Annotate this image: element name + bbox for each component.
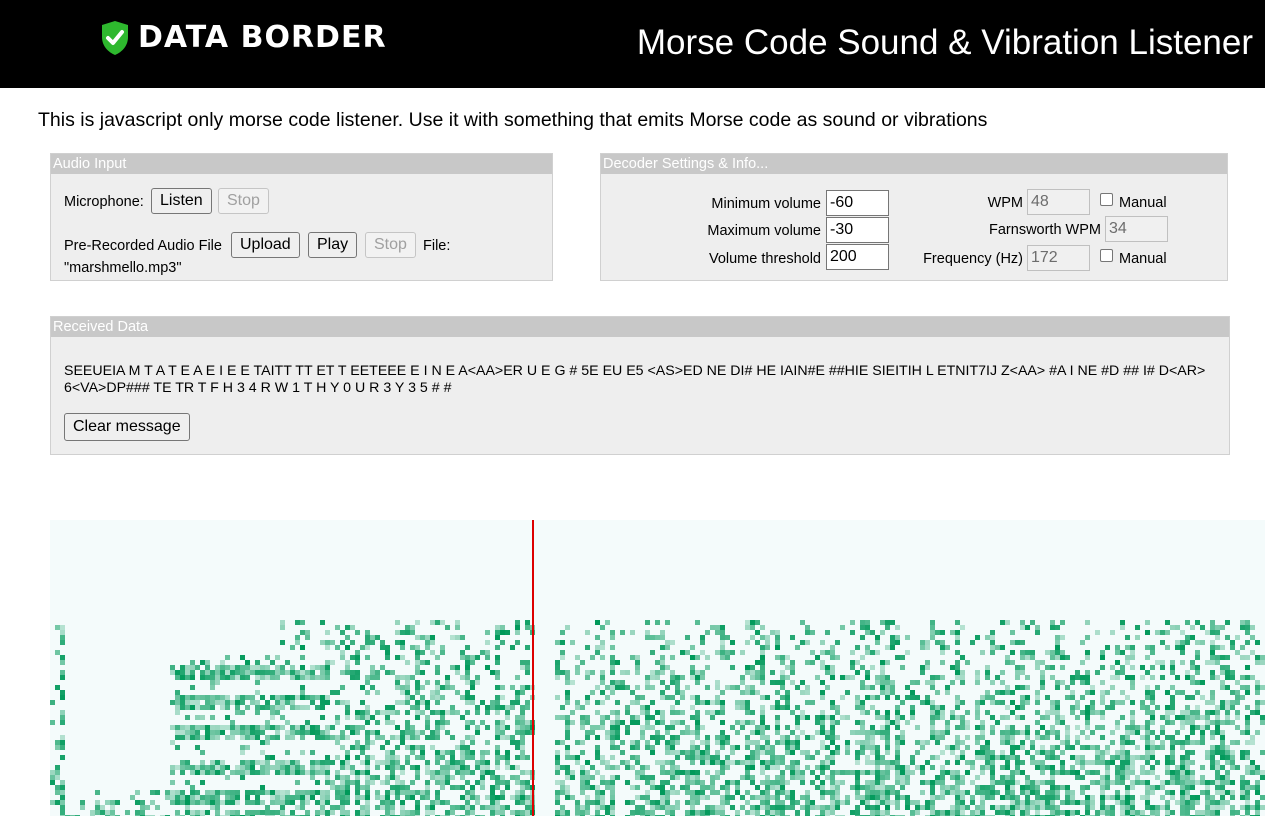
spectrogram-canvas <box>50 520 1265 816</box>
data-border-logo[interactable]: DATA BORDER <box>100 18 387 58</box>
intro-text: This is javascript only morse code liste… <box>38 109 988 131</box>
farnsworth-label: Farnsworth WPM <box>989 222 1101 238</box>
microphone-label: Microphone: <box>64 194 144 210</box>
shield-check-icon <box>102 21 128 55</box>
app-title: Morse Code Sound & Vibration Listener <box>636 23 1253 62</box>
spectrogram <box>50 520 1265 816</box>
audio-input-heading: Audio Input <box>51 154 552 174</box>
threshold-label: Volume threshold <box>708 251 821 267</box>
received-data-panel: Received Data SEEUEIA M T A T E A E I E … <box>50 316 1230 455</box>
listen-button[interactable]: Listen <box>151 188 212 214</box>
file-label: Pre-Recorded Audio File <box>64 238 222 254</box>
received-data-heading: Received Data <box>51 317 1229 337</box>
upload-button[interactable]: Upload <box>231 232 300 258</box>
wpm-input[interactable] <box>1027 189 1090 215</box>
threshold-input[interactable] <box>826 244 889 270</box>
farnsworth-input[interactable] <box>1105 216 1168 242</box>
file-name: "marshmello.mp3" <box>64 260 182 276</box>
min-volume-label: Minimum volume <box>711 196 821 212</box>
frequency-label: Frequency (Hz) <box>923 251 1023 267</box>
logo-text: DATA BORDER <box>138 20 387 55</box>
decoder-settings-heading: Decoder Settings & Info... <box>601 154 1227 174</box>
frequency-input[interactable] <box>1027 245 1090 271</box>
page-header: DATA BORDER Morse Code Sound & Vibration… <box>0 0 1265 88</box>
wpm-manual-label: Manual <box>1119 195 1167 211</box>
min-volume-input[interactable] <box>826 190 889 216</box>
file-prefix: File: <box>423 238 451 254</box>
received-message: SEEUEIA M T A T E A E I E E TAITT TT ET … <box>64 363 1206 396</box>
file-stop-button[interactable]: Stop <box>365 232 416 258</box>
max-volume-label: Maximum volume <box>707 223 821 239</box>
frequency-manual-checkbox[interactable] <box>1100 249 1113 262</box>
clear-message-button[interactable]: Clear message <box>64 413 190 441</box>
frequency-manual-label: Manual <box>1119 251 1167 267</box>
wpm-manual-checkbox[interactable] <box>1100 193 1113 206</box>
audio-input-panel: Audio Input Microphone: Listen Stop Pre-… <box>50 153 553 281</box>
play-button[interactable]: Play <box>308 232 358 258</box>
spectrogram-texture <box>50 620 1265 816</box>
wpm-label: WPM <box>987 195 1023 211</box>
max-volume-input[interactable] <box>826 217 889 243</box>
mic-stop-button[interactable]: Stop <box>218 188 269 214</box>
decoder-settings-panel: Decoder Settings & Info... Minimum volum… <box>600 153 1228 281</box>
